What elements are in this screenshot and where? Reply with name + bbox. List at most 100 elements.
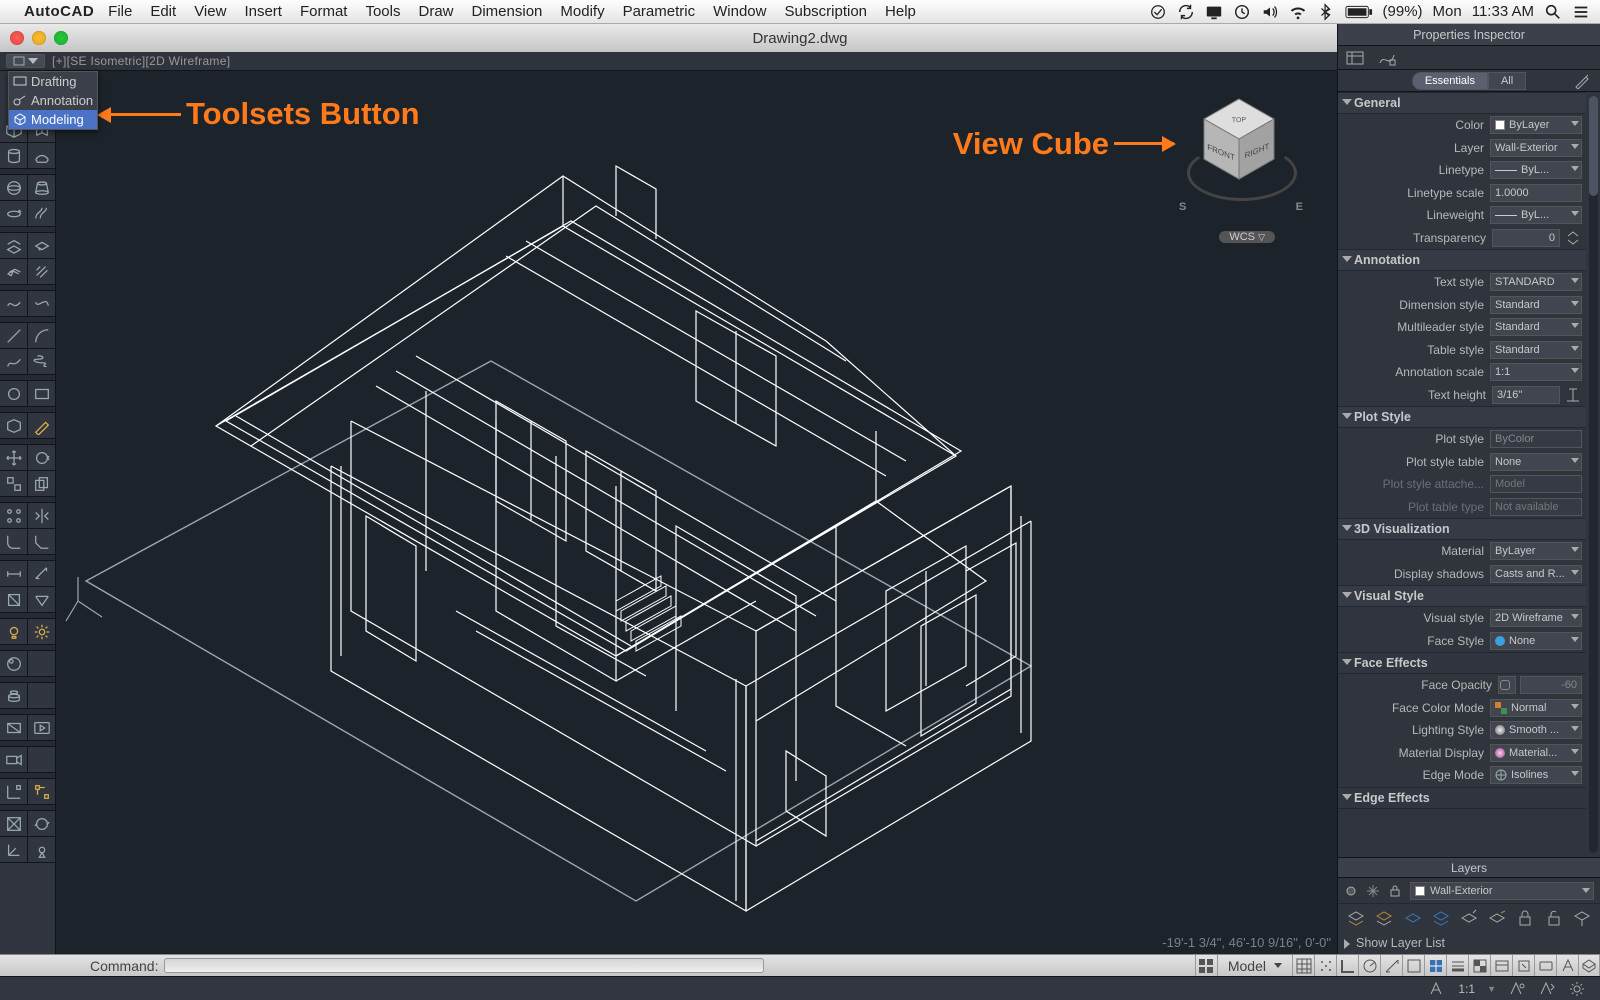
group-eeffects[interactable]: Edge Effects [1338,787,1586,809]
tool-spline[interactable] [28,291,55,316]
status-icon[interactable] [1149,2,1167,20]
menu-parametric[interactable]: Parametric [623,3,696,20]
ctl-fo[interactable]: -60 [1520,676,1582,694]
layer-unlock[interactable] [1544,908,1564,928]
sb-snap[interactable] [1314,955,1336,977]
lock-icon[interactable] [1388,884,1402,898]
tool-sun[interactable] [28,619,55,644]
tool-helix[interactable] [28,349,55,374]
clock-time[interactable]: 11:33 AM [1472,3,1534,20]
ctl-theight[interactable]: 3/16" [1492,386,1560,404]
group-annotation[interactable]: Annotation [1338,249,1586,271]
menu-format[interactable]: Format [300,3,348,20]
tool-polyline[interactable] [0,291,28,316]
ctl-mstyle[interactable]: Standard [1490,318,1582,336]
ctl-color[interactable]: ByLayer [1490,116,1582,134]
command-input[interactable] [164,958,764,973]
volume-icon[interactable] [1261,2,1279,20]
ctl-pst[interactable]: None [1490,453,1582,471]
zoom-icon[interactable] [54,31,68,45]
view-cube[interactable]: TOP FRONT RIGHT S E [1179,89,1299,229]
tool-play[interactable] [28,715,55,740]
tool-rotate[interactable] [28,445,55,470]
layer-thaw[interactable] [1487,908,1507,928]
tool-flatshot[interactable] [0,715,28,740]
tool-sweep[interactable] [28,201,55,226]
tool-rect[interactable] [28,381,55,406]
minimize-icon[interactable] [32,31,46,45]
tool-ucs2[interactable] [28,779,55,804]
tool-loft[interactable] [28,175,55,200]
tool-fillet[interactable] [0,529,28,554]
ctl-shadows[interactable]: Casts and R... [1490,565,1582,583]
workspace-dropdown[interactable] [6,54,45,68]
group-general[interactable]: General [1338,92,1586,114]
ctl-ascale[interactable]: 1:1 [1490,363,1582,381]
close-icon[interactable] [10,31,24,45]
ctl-em[interactable]: Isolines [1490,766,1582,784]
timemachine-icon[interactable] [1233,2,1251,20]
tool-presspull[interactable] [0,413,28,438]
ctl-ps[interactable]: ByColor [1490,430,1582,448]
tool-circle[interactable] [0,381,28,406]
layer-uniso[interactable] [1374,908,1394,928]
layer-showlist[interactable]: Show Layer List [1338,932,1600,954]
app-name[interactable]: AutoCAD [24,3,94,20]
tool-light[interactable] [0,619,28,644]
tool-view[interactable] [0,811,28,836]
tool-array[interactable] [0,503,28,528]
sb-ann[interactable] [1556,955,1578,977]
sb-iso[interactable] [1578,955,1600,977]
toolset-drafting[interactable]: Drafting [9,72,97,91]
annovis-icon[interactable] [1508,981,1526,997]
tool-chamfer[interactable] [28,529,55,554]
vis-icon[interactable] [1344,884,1358,898]
sb-grid[interactable] [1292,955,1314,977]
sb-qp[interactable] [1490,955,1512,977]
tool-dim1[interactable] [0,561,28,586]
sb-model[interactable]: Model [1217,955,1292,977]
menu-modify[interactable]: Modify [560,3,604,20]
menu-file[interactable]: File [108,3,132,20]
ctl-ls[interactable]: Smooth ... [1490,721,1582,739]
ctl-tabstyle[interactable]: Standard [1490,341,1582,359]
notification-icon[interactable] [1572,2,1590,20]
group-vstyle[interactable]: Visual Style [1338,585,1586,607]
toolset-modeling[interactable]: Modeling [9,110,97,129]
tool-line[interactable] [0,323,28,348]
layer-on[interactable] [1431,908,1451,928]
tool-intersect[interactable] [0,259,28,284]
sb-otrack[interactable] [1380,955,1402,977]
tool-section[interactable] [0,587,28,612]
height-icon[interactable] [1564,386,1582,404]
tool-sphere[interactable] [0,175,28,200]
tool-camera[interactable] [0,747,28,772]
menu-help[interactable]: Help [885,3,916,20]
seg-all[interactable]: All [1488,72,1526,90]
tool-copy[interactable] [28,471,55,496]
tool-dim2[interactable] [28,561,55,586]
tool-union[interactable] [0,233,28,258]
tool-edit[interactable] [28,413,55,438]
xref-icon[interactable] [1378,50,1396,66]
tool-pline2[interactable] [0,349,28,374]
ctl-linetype[interactable]: ByL... [1490,161,1582,179]
viewport-state[interactable]: [+][SE Isometric][2D Wireframe] [52,54,230,68]
ctl-transp[interactable]: 0 [1492,229,1560,247]
tool-revolve[interactable] [0,201,28,226]
sb-osnap[interactable] [1402,955,1424,977]
freeze-icon[interactable] [1366,884,1380,898]
ctl-fstyle[interactable]: None [1490,632,1582,650]
ctl-fo-sw[interactable] [1498,676,1516,694]
ctl-tstyle[interactable]: STANDARD [1490,273,1582,291]
ctl-layer[interactable]: Wall-Exterior [1490,139,1582,157]
spotlight-icon[interactable] [1544,2,1562,20]
menu-edit[interactable]: Edit [150,3,176,20]
menu-insert[interactable]: Insert [244,3,282,20]
ctl-fcm[interactable]: Normal [1490,699,1582,717]
menu-dimension[interactable]: Dimension [472,3,543,20]
tool-interfere[interactable] [28,259,55,284]
wcs-badge[interactable]: WCS ▽ [1219,231,1275,243]
anno-scale[interactable]: 1:1 [1458,982,1475,996]
toolset-menu[interactable]: Drafting Annotation Modeling [8,71,98,130]
